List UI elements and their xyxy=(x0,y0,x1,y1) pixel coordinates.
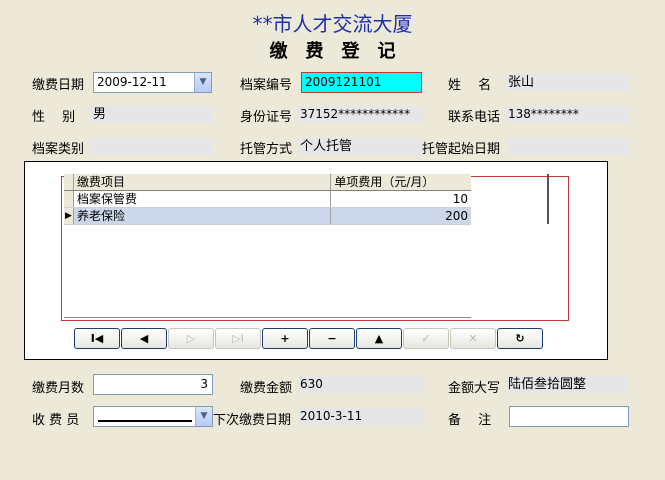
table-row[interactable]: ▶ 养老保险 200 xyxy=(64,208,471,225)
cell-fee[interactable]: 10 xyxy=(331,191,471,207)
check-icon: ✓ xyxy=(421,332,431,345)
first-record-icon: I◀ xyxy=(90,332,104,345)
chevron-down-icon[interactable]: ▼ xyxy=(194,73,211,92)
amount-value: 630 xyxy=(297,376,424,393)
pay-date-picker[interactable]: 2009-12-11 ▼ xyxy=(93,72,212,93)
org-title: **市人才交流大厦 xyxy=(252,12,413,36)
fee-items-grid[interactable]: 缴费项目 单项费用（元/月） 档案保管费 10 ▶ 养老保险 200 xyxy=(64,174,471,225)
nav-delete-button[interactable]: − xyxy=(309,328,355,349)
last-record-icon: ▷I xyxy=(232,332,244,345)
id-no-value: 37152************ xyxy=(297,106,424,123)
id-no-label: 身份证号 xyxy=(240,110,293,125)
months-input[interactable]: 3 xyxy=(93,374,213,395)
file-no-input[interactable]: 2009121101 xyxy=(301,72,422,93)
amount-upper-label: 金额大写 xyxy=(448,381,501,396)
gender-value: 男 xyxy=(90,106,213,123)
next-record-icon: ▷ xyxy=(186,332,196,345)
months-value: 3 xyxy=(200,377,208,391)
table-row[interactable]: 档案保管费 10 xyxy=(64,191,471,208)
file-no-label: 档案编号 xyxy=(240,78,293,93)
name-value: 张山 xyxy=(505,74,630,91)
remark-label: 备 注 xyxy=(448,413,492,428)
amount-upper-value: 陆佰叁拾圆整 xyxy=(505,376,630,393)
nav-last-button[interactable]: ▷I xyxy=(215,328,261,349)
header-indicator xyxy=(64,174,74,190)
col-header-fee[interactable]: 单项费用（元/月） xyxy=(331,174,471,190)
custody-start-label: 托管起始日期 xyxy=(422,142,501,157)
plus-icon: + xyxy=(280,332,290,345)
pay-date-label: 缴费日期 xyxy=(32,78,85,93)
amount-label: 缴费金额 xyxy=(240,381,293,396)
nav-cancel-button[interactable]: ✕ xyxy=(450,328,496,349)
next-date-label: 下次缴费日期 xyxy=(213,413,292,428)
nav-first-button[interactable]: I◀ xyxy=(74,328,120,349)
nav-next-button[interactable]: ▷ xyxy=(168,328,214,349)
phone-value: 138******** xyxy=(505,106,630,123)
nav-refresh-button[interactable]: ↻ xyxy=(497,328,543,349)
grid-header-row: 缴费项目 单项费用（元/月） xyxy=(64,174,471,191)
up-arrow-icon: ▲ xyxy=(374,332,384,345)
nav-insert-button[interactable]: + xyxy=(262,328,308,349)
refresh-icon: ↻ xyxy=(515,332,525,345)
cell-item[interactable]: 养老保险 xyxy=(74,208,332,224)
custody-mode-value: 个人托管 xyxy=(297,138,424,155)
cross-icon: ✕ xyxy=(468,332,478,345)
name-label: 姓 名 xyxy=(448,78,492,93)
file-type-label: 档案类别 xyxy=(32,142,85,157)
form-title: 缴费登记 xyxy=(269,41,414,62)
custody-start-value xyxy=(507,138,630,155)
pay-date-value: 2009-12-11 xyxy=(97,75,167,89)
minus-icon: − xyxy=(327,332,337,345)
collector-select[interactable]: ▼ xyxy=(93,406,213,427)
prior-record-icon: ◀ xyxy=(139,332,149,345)
phone-label: 联系电话 xyxy=(448,110,501,125)
row-indicator xyxy=(64,191,74,207)
chevron-down-icon[interactable]: ▼ xyxy=(195,407,212,426)
grid-bottom-line xyxy=(64,317,471,318)
gender-label: 性 别 xyxy=(32,110,76,125)
cell-fee[interactable]: 200 xyxy=(331,208,471,224)
grid-scroll-divider xyxy=(547,174,549,224)
nav-edit-button[interactable]: ▲ xyxy=(356,328,402,349)
current-row-arrow-icon: ▶ xyxy=(64,208,74,224)
remark-input[interactable] xyxy=(509,406,629,427)
col-header-item[interactable]: 缴费项目 xyxy=(74,174,332,190)
db-navigator: I◀ ◀ ▷ ▷I + − ▲ ✓ ✕ ↻ xyxy=(74,328,543,349)
next-date-value: 2010-3-11 xyxy=(297,408,424,425)
collector-label: 收 费 员 xyxy=(32,413,80,428)
cell-item[interactable]: 档案保管费 xyxy=(74,191,332,207)
nav-post-button[interactable]: ✓ xyxy=(403,328,449,349)
months-label: 缴费月数 xyxy=(32,381,85,396)
nav-prior-button[interactable]: ◀ xyxy=(121,328,167,349)
file-no-value: 2009121101 xyxy=(305,75,382,89)
custody-mode-label: 托管方式 xyxy=(240,142,293,157)
collector-selection-bar xyxy=(98,420,192,422)
file-type-value xyxy=(90,138,213,155)
